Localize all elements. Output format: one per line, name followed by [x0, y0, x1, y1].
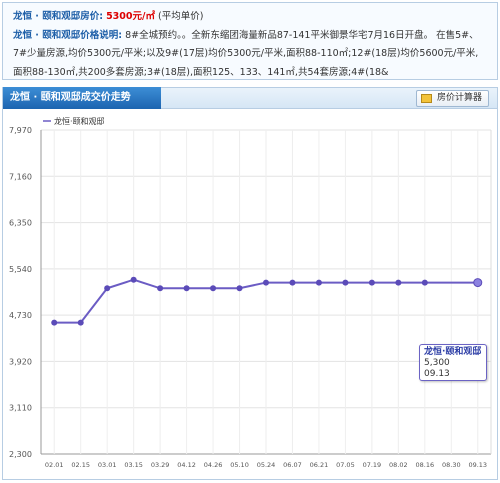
price-label: 龙恒 · 颐和观邸房价: — [13, 11, 104, 22]
data-point — [51, 319, 58, 326]
y-tick-label: 6,350 — [9, 219, 32, 228]
y-tick-label: 5,540 — [9, 265, 32, 274]
data-point — [130, 276, 137, 283]
data-point — [77, 319, 84, 326]
x-tick-label: 04.12 — [177, 461, 196, 469]
data-point — [104, 285, 111, 292]
x-tick-label: 05.24 — [257, 461, 276, 469]
x-tick-label: 03.15 — [124, 461, 143, 469]
house-price-widget: 龙恒 · 颐和观邸房价: 5300元/㎡ (平均单价) 龙恒 · 颐和观邸价格说… — [2, 2, 498, 480]
average-price: 5300元/㎡ — [106, 11, 155, 22]
data-point — [210, 285, 217, 292]
x-tick-label: 08.30 — [442, 461, 461, 469]
data-point — [236, 285, 243, 292]
data-point — [342, 279, 349, 286]
x-tick-label: 04.26 — [204, 461, 223, 469]
y-tick-label: 3,920 — [9, 357, 32, 366]
x-tick-label: 06.21 — [310, 461, 329, 469]
x-tick-label: 07.19 — [363, 461, 382, 469]
x-tick-label: 05.10 — [230, 461, 249, 469]
chart-header: 龙恒 · 颐和观邸成交价走势 房价计算器 — [2, 87, 498, 109]
x-tick-label: 03.29 — [151, 461, 170, 469]
tooltip-title: 龙恒·颐和观邸 — [424, 347, 482, 357]
data-point — [289, 279, 296, 286]
x-tick-label: 09.13 — [468, 461, 487, 469]
y-tick-label: 3,110 — [9, 404, 32, 413]
x-tick-label: 07.05 — [336, 461, 355, 469]
x-tick-label: 08.16 — [416, 461, 435, 469]
y-tick-label: 7,160 — [9, 172, 32, 181]
data-point — [263, 279, 269, 286]
legend-label: 龙恒·颐和观邸 — [54, 116, 105, 126]
x-tick-label: 02.15 — [71, 461, 90, 469]
data-point — [157, 285, 164, 292]
x-tick-label: 02.01 — [45, 461, 64, 469]
y-tick-label: 4,730 — [9, 311, 32, 320]
price-calculator-button[interactable]: 房价计算器 — [415, 90, 489, 107]
data-point — [473, 278, 483, 288]
data-point — [395, 279, 402, 286]
data-point — [315, 279, 322, 286]
data-point — [368, 279, 375, 286]
tooltip-date: 09.13 — [424, 369, 450, 379]
y-tick-label: 7,970 — [9, 126, 32, 135]
data-point — [421, 279, 428, 286]
y-tick-label: 2,300 — [9, 450, 32, 459]
data-point — [183, 285, 190, 292]
chart-title-tab[interactable]: 龙恒 · 颐和观邸成交价走势 — [3, 87, 161, 109]
x-tick-label: 06.07 — [283, 461, 302, 469]
tooltip-value: 5,300 — [424, 358, 450, 368]
x-tick-label: 03.01 — [98, 461, 117, 469]
price-trend-chart: 龙恒·颐和观邸 7,970 7,160 6,350 5,540 4,730 3,920 3,1… — [2, 109, 498, 480]
chart-tooltip: 龙恒·颐和观邸 5,300 09.13 — [419, 344, 487, 381]
price-description-label: 龙恒 · 颐和观邸价格说明: — [13, 29, 123, 41]
price-info-panel: 龙恒 · 颐和观邸房价: 5300元/㎡ (平均单价) 龙恒 · 颐和观邸价格说… — [2, 2, 498, 80]
x-tick-label: 08.02 — [389, 461, 408, 469]
chart-svg: 龙恒·颐和观邸 7,970 7,160 6,350 5,540 4,730 3,920 3,1… — [9, 116, 492, 469]
price-note: (平均单价) — [158, 11, 204, 22]
price-calculator-label: 房价计算器 — [436, 93, 482, 103]
calculator-icon — [420, 94, 432, 103]
